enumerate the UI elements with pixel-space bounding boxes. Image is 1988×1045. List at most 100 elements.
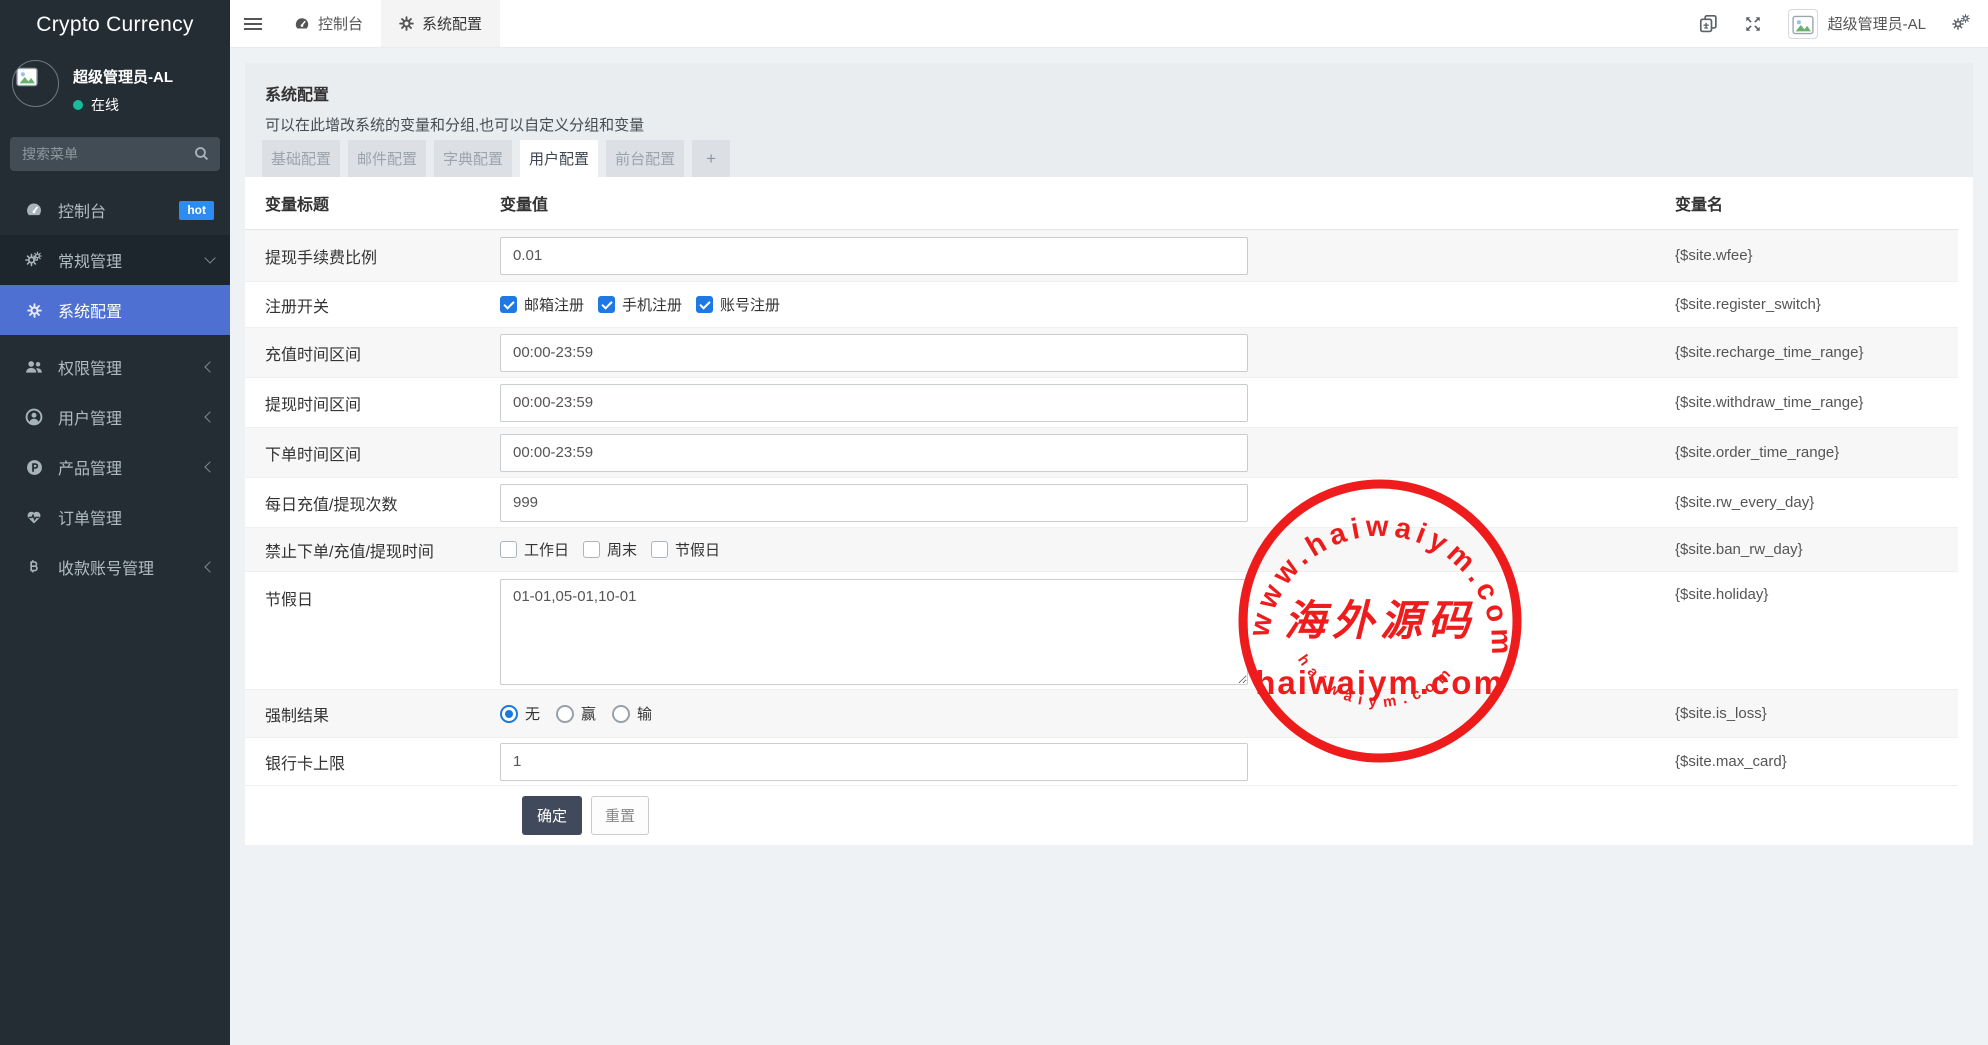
result-win-radio[interactable]: 赢: [556, 703, 596, 724]
checkbox[interactable]: [500, 296, 517, 313]
row-varname: {$site.register_switch}: [1675, 296, 1821, 313]
settings-gears-icon[interactable]: [1952, 14, 1972, 34]
row-varname: {$site.recharge_time_range}: [1675, 344, 1863, 361]
sidebar-item-product[interactable]: 产品管理: [0, 442, 230, 492]
row-varname: {$site.max_card}: [1675, 753, 1787, 770]
ban-workday-checkbox[interactable]: 工作日: [500, 539, 569, 560]
col-header-value: 变量值: [500, 191, 548, 215]
result-lose-radio[interactable]: 输: [612, 703, 652, 724]
sidebar-item-label: 产品管理: [58, 455, 122, 479]
radio-label: 赢: [581, 703, 596, 724]
sidebar-menu: 控制台 hot 常规管理 系统配置 权限管理 用户管理 产品管理: [0, 185, 230, 592]
table-row: 强制结果 无 赢 输 {$site.is_loss}: [245, 690, 1958, 738]
broken-image-icon: [17, 68, 37, 85]
checkbox[interactable]: [651, 541, 668, 558]
user-menu[interactable]: 超级管理员-AL: [1788, 9, 1926, 39]
tab-basic-config[interactable]: 基础配置: [262, 140, 340, 177]
sidebar-item-label: 订单管理: [58, 505, 122, 529]
online-status-dot: [73, 100, 83, 110]
checkbox-label: 邮箱注册: [524, 294, 584, 315]
tab-label: 系统配置: [422, 13, 482, 34]
row-varname: {$site.ban_rw_day}: [1675, 541, 1803, 558]
ban-holiday-checkbox[interactable]: 节假日: [651, 539, 720, 560]
user-panel: 超级管理员-AL 在线: [0, 50, 230, 129]
sidebar-item-payment-account[interactable]: 收款账号管理: [0, 542, 230, 592]
user-name: 超级管理员-AL: [73, 66, 173, 87]
row-label: 银行卡上限: [245, 750, 500, 774]
bitcoin-icon: [24, 559, 44, 575]
checkbox-label: 周末: [607, 539, 637, 560]
checkbox-label: 手机注册: [622, 294, 682, 315]
tab-email-config[interactable]: 邮件配置: [348, 140, 426, 177]
sidebar-item-general[interactable]: 常规管理: [0, 235, 230, 285]
tab-front-config[interactable]: 前台配置: [606, 140, 684, 177]
main-content: 系统配置 可以在此增改系统的变量和分组,也可以自定义分组和变量 基础配置 邮件配…: [230, 48, 1988, 1045]
sidebar-item-order[interactable]: 订单管理: [0, 492, 230, 542]
max-card-input[interactable]: [500, 743, 1248, 781]
form-actions: 确定 重置: [245, 786, 1958, 845]
table-row: 提现时间区间 {$site.withdraw_time_range}: [245, 378, 1958, 428]
tab-user-config[interactable]: 用户配置: [520, 140, 598, 177]
dashboard-icon: [24, 201, 44, 219]
users-icon: [24, 358, 44, 376]
chevron-left-icon: [204, 461, 215, 472]
product-icon: [24, 459, 44, 476]
page-subtitle: 可以在此增改系统的变量和分组,也可以自定义分组和变量: [265, 114, 1953, 135]
gear-icon: [24, 303, 44, 318]
register-email-checkbox[interactable]: 邮箱注册: [500, 294, 584, 315]
sidebar-item-label: 常规管理: [58, 248, 122, 272]
withdraw-time-input[interactable]: [500, 384, 1248, 422]
chevron-left-icon: [204, 561, 215, 572]
row-label: 禁止下单/充值/提现时间: [245, 538, 500, 562]
ban-weekend-checkbox[interactable]: 周末: [583, 539, 637, 560]
row-varname: {$site.holiday}: [1675, 586, 1768, 603]
dashboard-icon: [294, 16, 310, 32]
row-label: 节假日: [245, 572, 500, 610]
add-tab-button[interactable]: +: [692, 140, 730, 177]
tab-system-config[interactable]: 系统配置: [381, 0, 500, 47]
col-header-title: 变量标题: [245, 191, 500, 215]
checkbox[interactable]: [500, 541, 517, 558]
checkbox[interactable]: [583, 541, 600, 558]
sidebar-toggle-button[interactable]: [230, 0, 276, 47]
checkbox[interactable]: [598, 296, 615, 313]
tab-dict-config[interactable]: 字典配置: [434, 140, 512, 177]
order-time-input[interactable]: [500, 434, 1248, 472]
sidebar-item-system-config[interactable]: 系统配置: [0, 285, 230, 335]
tab-label: 控制台: [318, 13, 363, 34]
col-header-var: 变量名: [1675, 191, 1723, 215]
user-circle-icon: [24, 408, 44, 426]
language-switch-icon[interactable]: [1699, 14, 1718, 33]
online-status-label: 在线: [91, 95, 119, 115]
holiday-textarea[interactable]: 01-01,05-01,10-01: [500, 579, 1248, 685]
config-tabs: 基础配置 邮件配置 字典配置 用户配置 前台配置 +: [262, 140, 730, 177]
register-mobile-checkbox[interactable]: 手机注册: [598, 294, 682, 315]
sidebar-item-label: 控制台: [58, 198, 106, 222]
radio[interactable]: [612, 705, 630, 723]
sidebar-item-permission[interactable]: 权限管理: [0, 342, 230, 392]
checkbox[interactable]: [696, 296, 713, 313]
daily-times-input[interactable]: [500, 484, 1248, 522]
sidebar-item-dashboard[interactable]: 控制台 hot: [0, 185, 230, 235]
reset-button[interactable]: 重置: [591, 796, 649, 835]
recharge-time-input[interactable]: [500, 334, 1248, 372]
chevron-left-icon: [204, 361, 215, 372]
tab-dashboard[interactable]: 控制台: [276, 0, 381, 47]
row-varname: {$site.withdraw_time_range}: [1675, 394, 1863, 411]
radio[interactable]: [556, 705, 574, 723]
register-account-checkbox[interactable]: 账号注册: [696, 294, 780, 315]
radio[interactable]: [500, 705, 518, 723]
table-row: 下单时间区间 {$site.order_time_range}: [245, 428, 1958, 478]
fullscreen-icon[interactable]: [1744, 15, 1762, 33]
wfee-input[interactable]: [500, 237, 1248, 275]
brand-title: Crypto Currency: [0, 0, 230, 50]
menu-search-input[interactable]: [10, 137, 220, 171]
submit-button[interactable]: 确定: [522, 796, 582, 835]
config-table: 变量标题 变量值 变量名 提现手续费比例 {$site.wfee} 注册开关 邮…: [245, 177, 1973, 845]
row-varname: {$site.rw_every_day}: [1675, 494, 1814, 511]
row-label: 充值时间区间: [245, 341, 500, 365]
row-label: 强制结果: [245, 702, 500, 726]
result-none-radio[interactable]: 无: [500, 703, 540, 724]
gear-icon: [399, 16, 414, 31]
sidebar-item-user-mgmt[interactable]: 用户管理: [0, 392, 230, 442]
